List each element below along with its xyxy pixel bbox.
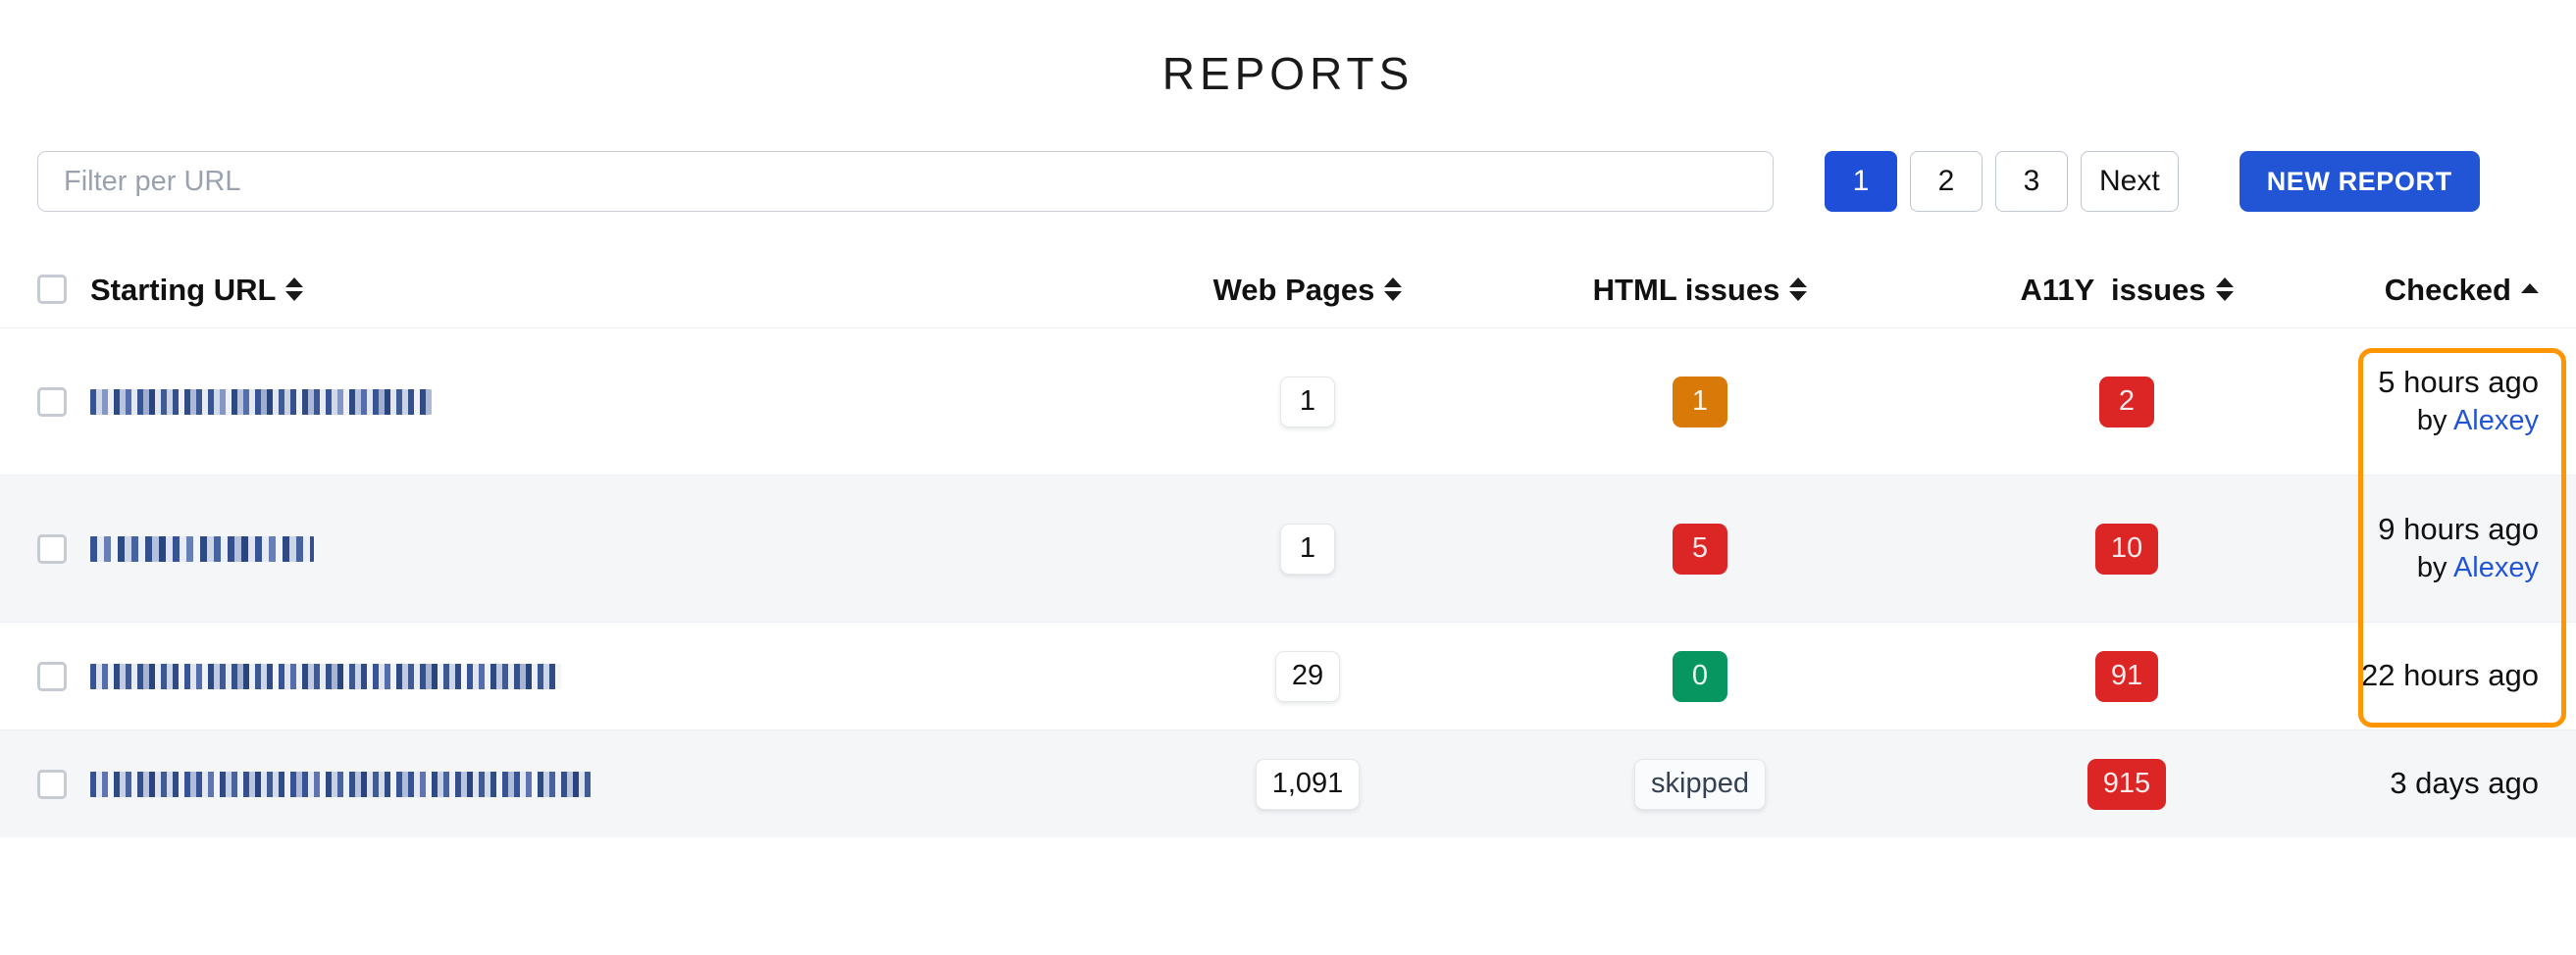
column-header-a11y-issues-label: A11Y issues [2020,272,2206,307]
column-header-starting-url[interactable]: Starting URL [90,272,304,307]
column-header-checked-label: Checked [2384,272,2511,307]
checked-timestamp: 9 hours ago [2378,512,2539,547]
table-row[interactable]: 1,091 skipped 915 3 days ago [0,729,2576,837]
a11y-issues-badge[interactable]: 10 [2094,523,2159,575]
pagination-page-1[interactable]: 1 [1825,151,1897,212]
a11y-issues-badge[interactable]: 91 [2094,650,2159,702]
row-cell-a11y-issues: 2 [1901,376,2352,427]
header-cell-url: Starting URL [37,275,1116,305]
pagination: 1 2 3 Next [1825,151,2179,212]
reports-table: Starting URL Web Pages HTML issues A11Y [0,251,2576,837]
row-cell-web-pages: 1 [1116,376,1499,427]
row-select-checkbox[interactable] [37,386,67,417]
row-cell-web-pages: 1,091 [1116,758,1499,810]
sort-icon[interactable] [1789,276,1808,302]
row-cell-html-issues: skipped [1499,758,1901,810]
filter-url-input[interactable] [37,151,1774,212]
sort-ascending-icon[interactable] [2521,276,2539,302]
row-cell-checked: 5 hours ago by Alexey [2352,365,2539,438]
table-row[interactable]: 29 0 91 22 hours ago [0,622,2576,729]
row-cell-a11y-issues: 915 [1901,758,2352,810]
checked-timestamp: 5 hours ago [2378,365,2539,400]
row-cell-web-pages: 1 [1116,523,1499,575]
row-cell-checked: 22 hours ago [2352,658,2539,694]
column-header-web-pages[interactable]: Web Pages [1213,275,1403,305]
column-header-starting-url-label: Starting URL [90,272,277,307]
column-header-checked[interactable]: Checked [2385,275,2539,305]
row-cell-html-issues: 0 [1499,650,1901,702]
toolbar: 1 2 3 Next NEW REPORT [0,151,2576,212]
web-pages-badge: 1 [1280,376,1335,427]
html-issues-badge[interactable]: 1 [1673,376,1727,427]
row-select-checkbox[interactable] [37,533,67,564]
html-issues-badge[interactable]: 5 [1673,523,1727,575]
row-select-checkbox[interactable] [37,769,67,799]
row-cell-url [37,386,1116,417]
checked-author-line: by Alexey [2417,403,2539,438]
table-row[interactable]: 1 5 10 9 hours ago by Alexey [0,475,2576,622]
column-header-html-issues-label: HTML issues [1592,272,1780,307]
pagination-next[interactable]: Next [2081,151,2179,212]
sort-icon[interactable] [1384,276,1403,302]
table-header-row: Starting URL Web Pages HTML issues A11Y [0,251,2576,327]
web-pages-badge: 29 [1274,650,1341,702]
row-cell-a11y-issues: 10 [1901,523,2352,575]
redacted-url-text[interactable] [90,663,561,689]
row-cell-checked: 3 days ago [2352,766,2539,802]
row-cell-checked: 9 hours ago by Alexey [2352,512,2539,585]
a11y-issues-badge[interactable]: 2 [2099,376,2154,427]
html-issues-badge[interactable]: skipped [1634,758,1766,810]
sort-icon[interactable] [2215,276,2234,302]
column-header-html-issues[interactable]: HTML issues [1593,275,1808,305]
header-cell-web-pages: Web Pages [1116,275,1499,305]
checked-timestamp: 3 days ago [2390,766,2539,801]
header-cell-html-issues: HTML issues [1499,275,1901,305]
checked-author-line: by Alexey [2417,550,2539,585]
column-header-a11y-issues[interactable]: A11Y issues [2020,272,2234,307]
pagination-page-2[interactable]: 2 [1910,151,1983,212]
redacted-url-text[interactable] [90,535,314,562]
reports-page: REPORTS 1 2 3 Next NEW REPORT Starting U… [0,0,2576,955]
header-cell-a11y-issues: A11Y issues [1901,275,2352,305]
html-issues-badge[interactable]: 0 [1673,650,1727,702]
row-select-checkbox[interactable] [37,661,67,691]
row-cell-url [37,661,1116,691]
column-header-web-pages-label: Web Pages [1212,272,1375,307]
page-title: REPORTS [1161,48,1415,99]
new-report-button[interactable]: NEW REPORT [2239,151,2480,212]
row-cell-html-issues: 1 [1499,376,1901,427]
web-pages-badge: 1 [1280,523,1335,575]
checked-timestamp: 22 hours ago [2361,658,2539,693]
row-cell-web-pages: 29 [1116,650,1499,702]
table-row[interactable]: 1 1 2 5 hours ago by Alexey [0,327,2576,475]
select-all-checkbox[interactable] [37,275,67,304]
pagination-page-3[interactable]: 3 [1995,151,2068,212]
row-cell-url [37,533,1116,564]
redacted-url-text[interactable] [90,388,432,415]
checked-author-link[interactable]: Alexey [2453,405,2539,436]
checked-author-link[interactable]: Alexey [2453,552,2539,583]
row-cell-html-issues: 5 [1499,523,1901,575]
checked-by-prefix: by [2416,551,2453,583]
sort-icon[interactable] [285,276,304,302]
redacted-url-text[interactable] [90,771,591,797]
row-cell-a11y-issues: 91 [1901,650,2352,702]
checked-by-prefix: by [2416,404,2453,436]
header-cell-checked: Checked [2352,275,2539,305]
a11y-issues-badge[interactable]: 915 [2087,758,2167,810]
row-cell-url [37,769,1116,799]
web-pages-badge: 1,091 [1255,758,1361,810]
